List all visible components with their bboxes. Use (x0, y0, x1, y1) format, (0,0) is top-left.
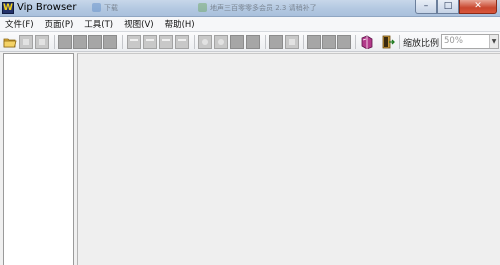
menu-view[interactable]: 视图(V) (124, 18, 153, 30)
zoom-in-icon[interactable] (198, 35, 212, 49)
document-viewer[interactable] (77, 53, 500, 265)
app-icon: W (2, 2, 14, 14)
thumbnail-icon[interactable] (307, 35, 321, 49)
prev-page-icon[interactable] (73, 35, 87, 49)
toolbar-separator (122, 35, 123, 49)
exit-icon[interactable] (381, 35, 395, 49)
last-page-icon[interactable] (103, 35, 117, 49)
document-icon (198, 3, 207, 12)
bookmark-icon[interactable] (322, 35, 336, 49)
zoom-out-icon[interactable] (214, 35, 228, 49)
background-task-document: 地声三百零零多会员 2.3 请稍补了 (198, 3, 317, 14)
menu-tools[interactable]: 工具(T) (84, 18, 113, 30)
zoom-value: 50% (444, 36, 463, 46)
toolbar: 缩放比例 50% ▼ (0, 32, 500, 52)
toolbar-separator (194, 35, 195, 49)
first-page-icon[interactable] (58, 35, 72, 49)
chevron-down-icon[interactable]: ▼ (489, 35, 498, 48)
toolbar-separator (54, 35, 55, 49)
two-page-icon[interactable] (285, 35, 299, 49)
save-icon[interactable] (19, 35, 33, 49)
side-panel[interactable] (3, 53, 74, 265)
flip-icon[interactable] (159, 35, 173, 49)
menu-bar: 文件(F) 页面(P) 工具(T) 视图(V) 帮助(H) (0, 17, 500, 32)
open-folder-icon[interactable] (3, 35, 17, 49)
single-page-icon[interactable] (269, 35, 283, 49)
title-bar[interactable]: W Vip Browser 下载 地声三百零零多会员 2.3 请稍补了 – □ … (0, 0, 500, 17)
rotate-left-icon[interactable] (127, 35, 141, 49)
menu-page[interactable]: 页面(P) (45, 18, 74, 30)
toolbar-separator (399, 35, 400, 49)
next-page-icon[interactable] (88, 35, 102, 49)
menu-file[interactable]: 文件(F) (5, 18, 34, 30)
minimize-button[interactable]: – (415, 0, 437, 14)
maximize-button[interactable]: □ (437, 0, 459, 14)
toolbar-separator (265, 35, 266, 49)
mirror-icon[interactable] (175, 35, 189, 49)
zoom-select[interactable]: 50% ▼ (441, 34, 499, 49)
fit-page-icon[interactable] (246, 35, 260, 49)
window-controls: – □ ✕ (415, 0, 497, 14)
fullscreen-icon[interactable] (337, 35, 351, 49)
zoom-label: 缩放比例 (403, 39, 440, 49)
print-icon[interactable] (35, 35, 49, 49)
toolbar-separator (355, 35, 356, 49)
book-icon[interactable] (360, 35, 374, 50)
fit-width-icon[interactable] (230, 35, 244, 49)
window-title: Vip Browser (17, 2, 77, 13)
close-button[interactable]: ✕ (459, 0, 497, 14)
toolbar-separator (303, 35, 304, 49)
menu-help[interactable]: 帮助(H) (165, 18, 195, 30)
background-task-download: 下载 (92, 3, 118, 14)
rotate-right-icon[interactable] (143, 35, 157, 49)
download-icon (92, 3, 101, 12)
